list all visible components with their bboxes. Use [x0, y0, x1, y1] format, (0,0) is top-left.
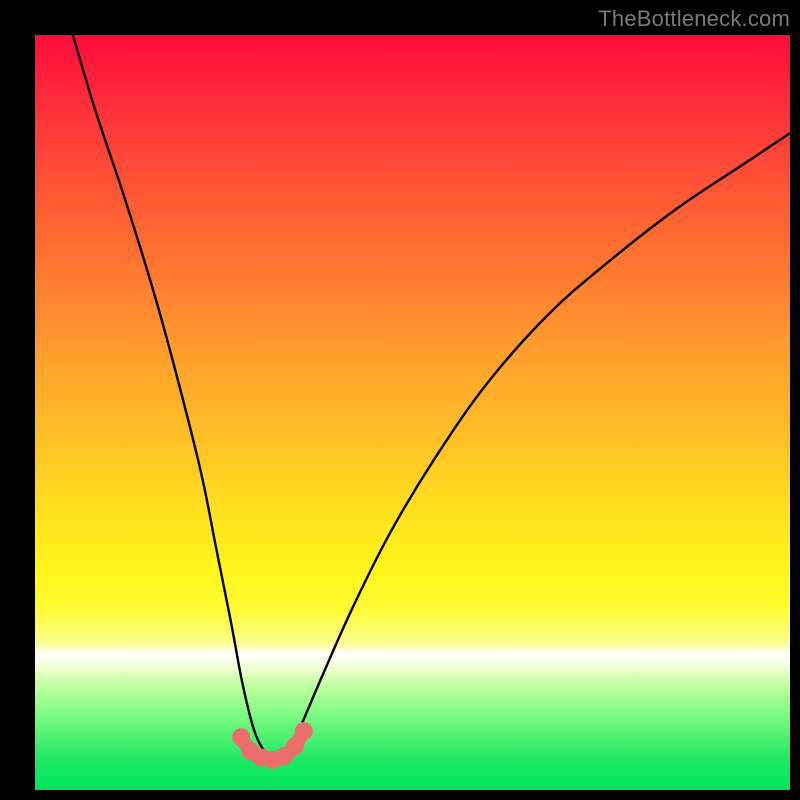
- bottleneck-curve: [73, 35, 790, 760]
- bottom-marker-dots: [232, 722, 313, 769]
- watermark-text: TheBottleneck.com: [598, 6, 790, 32]
- bottleneck-curve-svg: [35, 35, 790, 790]
- plot-area: [35, 35, 790, 790]
- marker-dot: [295, 722, 313, 740]
- marker-dot: [286, 737, 304, 755]
- chart-frame: TheBottleneck.com: [0, 0, 800, 800]
